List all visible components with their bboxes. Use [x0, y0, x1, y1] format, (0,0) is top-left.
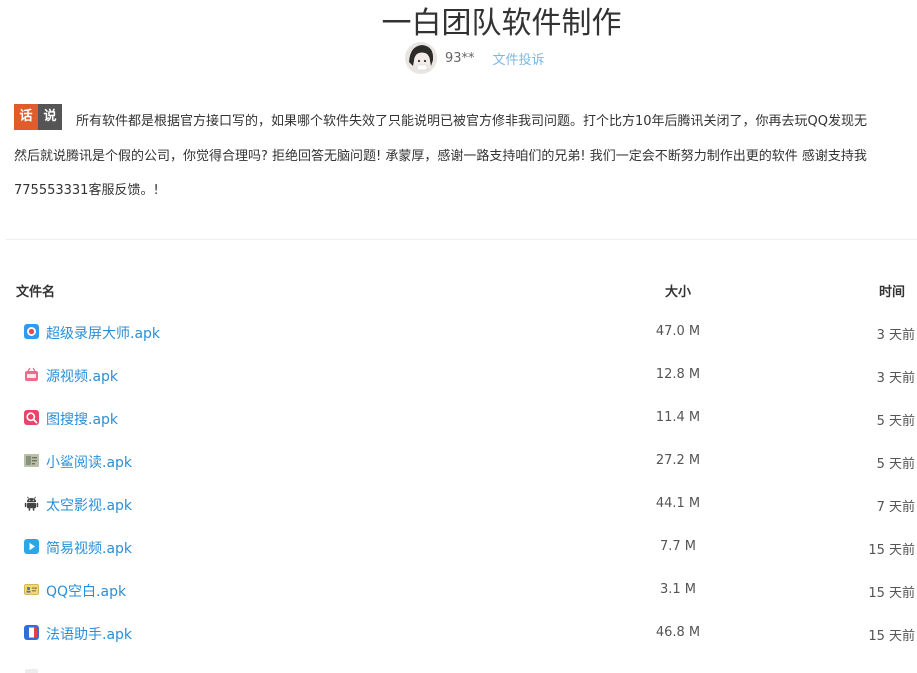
file-name-link[interactable]: 图搜搜.apk: [46, 409, 118, 429]
notice-line-1: 所有软件都是根据官方接口写的，如果哪个软件失效了只能说明已被官方修非我司问题。打…: [76, 114, 868, 129]
id-card-icon: [24, 584, 39, 595]
flag-icon: [24, 625, 39, 640]
record-icon: [24, 324, 39, 339]
file-name-link[interactable]: QQ空白.apk: [46, 581, 126, 601]
file-name-link[interactable]: 源视频.apk: [46, 366, 118, 386]
play-icon: [24, 539, 39, 554]
table-row[interactable]: 法语助手.apk 46.8 M 15 天前: [0, 611, 917, 654]
file-size: 47.0 M: [655, 324, 701, 339]
notice-badge: 话 说: [14, 104, 62, 130]
table-row[interactable]: 小鲨阅读.apk 27.2 M 5 天前: [0, 439, 917, 482]
file-time: 3 天前: [876, 371, 915, 386]
notice-line-3: 775553331客服反馈。!: [14, 183, 159, 198]
file-size: 11.4 M: [655, 410, 701, 425]
file-size: 12.8 M: [655, 367, 701, 382]
table-row[interactable]: [0, 654, 917, 673]
android-icon: [24, 496, 39, 511]
table-row[interactable]: 超级录屏大师.apk 47.0 M 3 天前: [0, 310, 917, 353]
file-icon: [25, 669, 38, 673]
divider: [6, 239, 917, 240]
report-file-link[interactable]: 文件投诉: [493, 49, 545, 68]
file-time: 15 天前: [868, 629, 915, 644]
file-size: 44.1 M: [655, 496, 701, 511]
file-name-link[interactable]: 法语助手.apk: [46, 624, 132, 644]
file-time: 5 天前: [876, 457, 915, 472]
column-header-time[interactable]: 时间: [879, 281, 905, 300]
page-title: 一白团队软件制作: [381, 6, 622, 41]
table-row[interactable]: 简易视频.apk 7.7 M 15 天前: [0, 525, 917, 568]
file-size: 27.2 M: [655, 453, 701, 468]
book-icon: [24, 454, 39, 467]
file-size: 7.7 M: [659, 539, 697, 554]
author-name: 93**: [445, 50, 475, 66]
video-app-icon: [25, 367, 38, 381]
file-size: 3.1 M: [659, 582, 697, 597]
image-search-icon: [24, 410, 39, 425]
table-row[interactable]: QQ空白.apk 3.1 M 15 天前: [0, 568, 917, 611]
file-time: 3 天前: [876, 328, 915, 343]
file-name-link[interactable]: 小鲨阅读.apk: [46, 452, 132, 472]
file-name-link[interactable]: 太空影视.apk: [46, 495, 132, 515]
notice-line-2: 然后就说腾讯是个假的公司，你觉得合理吗? 拒绝回答无脑问题! 承蒙厚，感谢一路支…: [14, 149, 867, 164]
file-time: 7 天前: [876, 500, 915, 515]
file-time: 5 天前: [876, 414, 915, 429]
table-row[interactable]: 源视频.apk 12.8 M 3 天前: [0, 353, 917, 396]
table-row[interactable]: 太空影视.apk 44.1 M 7 天前: [0, 482, 917, 525]
badge-right: 说: [38, 104, 62, 130]
table-header: 文件名 大小 时间: [0, 268, 917, 310]
file-time: 15 天前: [868, 543, 915, 558]
page: 一白团队软件制作 93** 文件投诉 话 说 所有软件都是根据官方接口写的，如果…: [0, 0, 917, 673]
file-size: 46.8 M: [655, 625, 701, 640]
avatar[interactable]: [405, 42, 437, 74]
file-time: 15 天前: [868, 586, 915, 601]
author-info: 93** 文件投诉: [405, 42, 545, 74]
file-name-link[interactable]: 简易视频.apk: [46, 538, 132, 558]
badge-left: 话: [14, 104, 38, 130]
table-row[interactable]: 图搜搜.apk 11.4 M 5 天前: [0, 396, 917, 439]
column-header-size[interactable]: 大小: [665, 281, 691, 300]
column-header-name[interactable]: 文件名: [16, 281, 55, 300]
file-name-link[interactable]: 超级录屏大师.apk: [46, 323, 160, 343]
